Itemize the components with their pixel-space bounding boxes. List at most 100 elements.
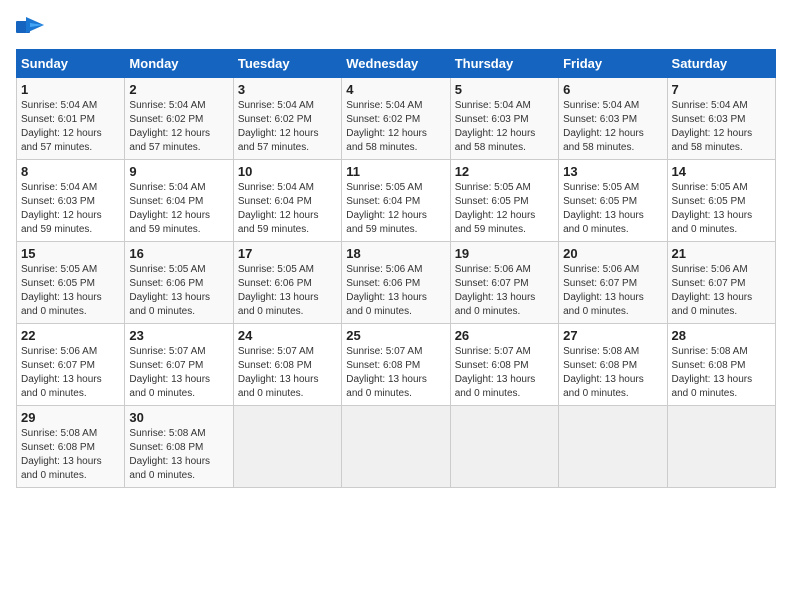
calendar-cell [342, 406, 450, 488]
day-number: 25 [346, 328, 445, 343]
day-info: Sunrise: 5:06 AMSunset: 6:07 PMDaylight:… [21, 345, 120, 401]
calendar-cell: 2Sunrise: 5:04 AMSunset: 6:02 PMDaylight… [125, 78, 233, 160]
calendar-week-1: 1 Sunrise: 5:04 AMSunset: 6:01 PMDaylight… [17, 78, 776, 160]
day-number: 30 [129, 410, 228, 425]
logo-icon [16, 17, 44, 37]
day-info: Sunrise: 5:05 AMSunset: 6:06 PMDaylight:… [238, 263, 337, 319]
calendar-cell: 12Sunrise: 5:05 AMSunset: 6:05 PMDayligh… [450, 160, 558, 242]
calendar-cell: 7 Sunrise: 5:04 AMSunset: 6:03 PMDaylight… [667, 78, 775, 160]
day-number: 29 [21, 410, 120, 425]
weekday-wednesday: Wednesday [342, 50, 450, 78]
day-info: Sunrise: 5:08 AMSunset: 6:08 PMDaylight:… [672, 345, 771, 401]
calendar-cell: 10Sunrise: 5:04 AMSunset: 6:04 PMDayligh… [233, 160, 341, 242]
day-info: Sunrise: 5:07 AMSunset: 6:08 PMDaylight:… [455, 345, 554, 401]
day-info: Sunrise: 5:05 AMSunset: 6:05 PMDaylight:… [21, 263, 120, 319]
weekday-friday: Friday [559, 50, 667, 78]
day-number: 13 [563, 164, 662, 179]
day-info: Sunrise: 5:06 AMSunset: 6:07 PMDaylight:… [563, 263, 662, 319]
calendar-week-4: 22 Sunrise: 5:06 AMSunset: 6:07 PMDayligh… [17, 324, 776, 406]
day-info: Sunrise: 5:05 AMSunset: 6:05 PMDaylight:… [563, 181, 662, 237]
day-info: Sunrise: 5:04 AMSunset: 6:01 PMDaylight:… [21, 99, 120, 155]
day-number: 10 [238, 164, 337, 179]
weekday-monday: Monday [125, 50, 233, 78]
calendar-cell [450, 406, 558, 488]
calendar-cell: 19 Sunrise: 5:06 AMSunset: 6:07 PMDayligh… [450, 242, 558, 324]
page-header [16, 16, 776, 37]
day-info: Sunrise: 5:04 AMSunset: 6:02 PMDaylight:… [238, 99, 337, 155]
day-number: 7 [672, 82, 771, 97]
day-info: Sunrise: 5:06 AMSunset: 6:07 PMDaylight:… [672, 263, 771, 319]
day-number: 6 [563, 82, 662, 97]
day-number: 8 [21, 164, 120, 179]
day-number: 5 [455, 82, 554, 97]
day-number: 19 [455, 246, 554, 261]
calendar-cell [667, 406, 775, 488]
day-number: 17 [238, 246, 337, 261]
day-info: Sunrise: 5:04 AMSunset: 6:02 PMDaylight:… [129, 99, 228, 155]
calendar-cell: 20Sunrise: 5:06 AMSunset: 6:07 PMDayligh… [559, 242, 667, 324]
calendar-cell: 25 Sunrise: 5:07 AMSunset: 6:08 PMDayligh… [342, 324, 450, 406]
day-info: Sunrise: 5:05 AMSunset: 6:06 PMDaylight:… [129, 263, 228, 319]
day-info: Sunrise: 5:05 AMSunset: 6:04 PMDaylight:… [346, 181, 445, 237]
calendar-body: 1 Sunrise: 5:04 AMSunset: 6:01 PMDaylight… [17, 78, 776, 488]
calendar-cell: 17 Sunrise: 5:05 AMSunset: 6:06 PMDayligh… [233, 242, 341, 324]
calendar-cell: 4 Sunrise: 5:04 AMSunset: 6:02 PMDaylight… [342, 78, 450, 160]
day-info: Sunrise: 5:08 AMSunset: 6:08 PMDaylight:… [129, 427, 228, 483]
day-number: 9 [129, 164, 228, 179]
calendar-cell [559, 406, 667, 488]
day-number: 24 [238, 328, 337, 343]
day-number: 11 [346, 164, 445, 179]
weekday-header-row: SundayMondayTuesdayWednesdayThursdayFrid… [17, 50, 776, 78]
day-info: Sunrise: 5:08 AMSunset: 6:08 PMDaylight:… [563, 345, 662, 401]
day-info: Sunrise: 5:07 AMSunset: 6:07 PMDaylight:… [129, 345, 228, 401]
calendar-cell: 5 Sunrise: 5:04 AMSunset: 6:03 PMDaylight… [450, 78, 558, 160]
day-info: Sunrise: 5:04 AMSunset: 6:03 PMDaylight:… [672, 99, 771, 155]
day-info: Sunrise: 5:05 AMSunset: 6:05 PMDaylight:… [455, 181, 554, 237]
day-info: Sunrise: 5:06 AMSunset: 6:07 PMDaylight:… [455, 263, 554, 319]
day-number: 15 [21, 246, 120, 261]
calendar-cell: 22 Sunrise: 5:06 AMSunset: 6:07 PMDayligh… [17, 324, 125, 406]
day-info: Sunrise: 5:04 AMSunset: 6:03 PMDaylight:… [455, 99, 554, 155]
day-number: 16 [129, 246, 228, 261]
calendar-cell: 29Sunrise: 5:08 AMSunset: 6:08 PMDayligh… [17, 406, 125, 488]
calendar-cell: 14Sunrise: 5:05 AMSunset: 6:05 PMDayligh… [667, 160, 775, 242]
day-number: 22 [21, 328, 120, 343]
day-number: 28 [672, 328, 771, 343]
weekday-saturday: Saturday [667, 50, 775, 78]
calendar-week-5: 29 Sunrise: 5:08 AMSunset: 6:08 PMDayligh… [17, 406, 776, 488]
day-info: Sunrise: 5:07 AMSunset: 6:08 PMDaylight:… [346, 345, 445, 401]
calendar-cell: 30 Sunrise: 5:08 AMSunset: 6:08 PMDayligh… [125, 406, 233, 488]
day-info: Sunrise: 5:06 AMSunset: 6:06 PMDaylight:… [346, 263, 445, 319]
day-info: Sunrise: 5:04 AMSunset: 6:02 PMDaylight:… [346, 99, 445, 155]
calendar-cell: 6 Sunrise: 5:04 AMSunset: 6:03 PMDaylight… [559, 78, 667, 160]
day-number: 18 [346, 246, 445, 261]
day-number: 1 [21, 82, 120, 97]
weekday-tuesday: Tuesday [233, 50, 341, 78]
calendar-week-2: 8 Sunrise: 5:04 AMSunset: 6:03 PMDaylight… [17, 160, 776, 242]
weekday-thursday: Thursday [450, 50, 558, 78]
day-number: 26 [455, 328, 554, 343]
day-number: 4 [346, 82, 445, 97]
calendar-cell: 3Sunrise: 5:04 AMSunset: 6:02 PMDaylight… [233, 78, 341, 160]
day-info: Sunrise: 5:04 AMSunset: 6:03 PMDaylight:… [21, 181, 120, 237]
calendar-cell: 24 Sunrise: 5:07 AMSunset: 6:08 PMDayligh… [233, 324, 341, 406]
calendar-cell: 8 Sunrise: 5:04 AMSunset: 6:03 PMDaylight… [17, 160, 125, 242]
calendar-cell: 21 Sunrise: 5:06 AMSunset: 6:07 PMDayligh… [667, 242, 775, 324]
day-number: 14 [672, 164, 771, 179]
day-number: 21 [672, 246, 771, 261]
calendar-cell [233, 406, 341, 488]
calendar-cell: 1 Sunrise: 5:04 AMSunset: 6:01 PMDaylight… [17, 78, 125, 160]
day-number: 27 [563, 328, 662, 343]
calendar-table: SundayMondayTuesdayWednesdayThursdayFrid… [16, 49, 776, 488]
weekday-sunday: Sunday [17, 50, 125, 78]
calendar-cell: 23Sunrise: 5:07 AMSunset: 6:07 PMDayligh… [125, 324, 233, 406]
calendar-cell: 18 Sunrise: 5:06 AMSunset: 6:06 PMDayligh… [342, 242, 450, 324]
calendar-cell: 26 Sunrise: 5:07 AMSunset: 6:08 PMDayligh… [450, 324, 558, 406]
calendar-cell: 11 Sunrise: 5:05 AMSunset: 6:04 PMDayligh… [342, 160, 450, 242]
calendar-cell: 28 Sunrise: 5:08 AMSunset: 6:08 PMDayligh… [667, 324, 775, 406]
day-info: Sunrise: 5:07 AMSunset: 6:08 PMDaylight:… [238, 345, 337, 401]
day-info: Sunrise: 5:04 AMSunset: 6:03 PMDaylight:… [563, 99, 662, 155]
calendar-week-3: 15 Sunrise: 5:05 AMSunset: 6:05 PMDayligh… [17, 242, 776, 324]
logo [16, 16, 48, 37]
calendar-cell: 27 Sunrise: 5:08 AMSunset: 6:08 PMDayligh… [559, 324, 667, 406]
